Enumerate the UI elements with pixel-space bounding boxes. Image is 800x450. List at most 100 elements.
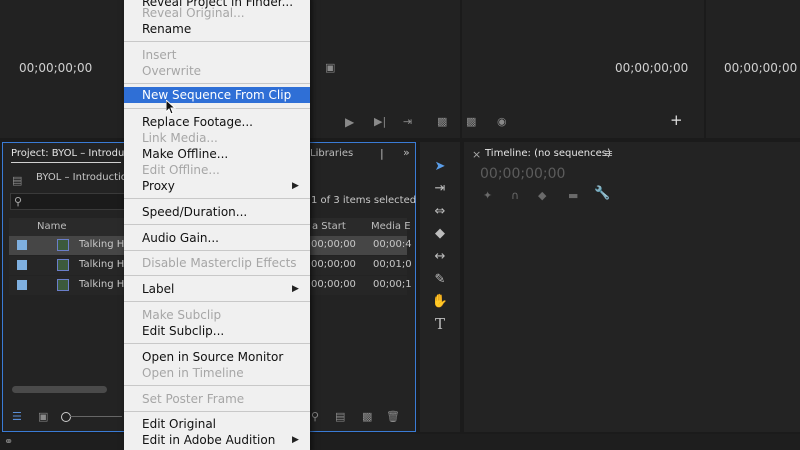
project-tab-underline (11, 162, 121, 163)
clip-name: Talking He (79, 259, 131, 270)
menu-item-edit-subclip[interactable]: Edit Subclip... (124, 323, 310, 339)
menu-item-speed-duration[interactable]: Speed/Duration... (124, 204, 310, 220)
menu-item-link-media[interactable]: Link Media... (124, 130, 310, 146)
add-button-icon[interactable]: + (670, 113, 683, 128)
menu-item-edit-in-adobe-audition[interactable]: Edit in Adobe Audition ▶ (124, 432, 310, 448)
menu-item-reveal-original[interactable]: Reveal Original... (124, 5, 310, 21)
menu-item-replace-footage[interactable]: Replace Footage... (124, 114, 310, 130)
menu-item-audio-gain[interactable]: Audio Gain... (124, 230, 310, 246)
menu-item-open-in-timeline[interactable]: Open in Timeline (124, 365, 310, 381)
submenu-arrow-icon: ▶ (292, 435, 299, 445)
insert-icon[interactable]: ▩ (437, 116, 447, 128)
clip-icon (57, 239, 69, 251)
menu-item-make-offline[interactable]: Make Offline... (124, 146, 310, 162)
new-bin-icon[interactable]: ▤ (335, 411, 345, 423)
source-timecode-right: 00;00;00;00 (615, 61, 689, 75)
type-tool-icon[interactable]: T (430, 315, 450, 333)
column-media-start[interactable]: a Start (312, 221, 346, 232)
menu-separator (124, 275, 310, 276)
menu-separator (124, 198, 310, 199)
menu-item-proxy[interactable]: Proxy ▶ (124, 178, 310, 194)
mark-in-icon[interactable]: ▣ (325, 62, 335, 74)
slip-tool-icon[interactable]: ↔ (430, 248, 450, 266)
menu-separator (124, 385, 310, 386)
menu-item-set-poster-frame[interactable]: Set Poster Frame (124, 391, 310, 407)
label-color-swatch (17, 280, 27, 290)
new-item-icon[interactable]: ▩ (362, 411, 372, 423)
clip-name: Talking He (79, 239, 131, 250)
zoom-slider-track[interactable] (70, 416, 122, 417)
source-timecode-left: 00;00;00;00 (19, 61, 93, 75)
menu-item-open-in-source-monitor[interactable]: Open in Source Monitor (124, 349, 310, 365)
menu-item-label[interactable]: Label ▶ (124, 281, 310, 297)
media-end: 00;01;0 (373, 259, 412, 270)
media-start: 00;00;00 (311, 259, 356, 270)
search-field[interactable] (10, 193, 126, 210)
linked-selection-icon[interactable]: ◆ (538, 190, 546, 202)
media-start: 00;00;00 (311, 239, 356, 250)
menu-separator (124, 41, 310, 42)
menu-item-make-subclip[interactable]: Make Subclip (124, 307, 310, 323)
mouse-cursor-icon (166, 100, 176, 115)
panel-menu-icon[interactable]: | (380, 148, 384, 160)
menu-separator (124, 301, 310, 302)
menu-separator (124, 83, 310, 84)
menu-item-edit-original[interactable]: Edit Original (124, 416, 310, 432)
zoom-slider-knob[interactable] (61, 412, 71, 422)
export-frame-icon[interactable]: ◉ (497, 116, 507, 128)
bin-name: BYOL – Introductio (36, 172, 127, 183)
menu-item-disable-masterclip-effects[interactable]: Disable Masterclip Effects (124, 255, 310, 271)
clip-name: Talking He (79, 279, 131, 290)
close-icon[interactable]: × (472, 149, 481, 161)
selection-status: 1 of 3 items selected (311, 195, 417, 206)
menu-item-edit-offline[interactable]: Edit Offline... (124, 162, 310, 178)
timeline-panel (464, 142, 800, 432)
add-marker-icon[interactable]: ▬ (568, 190, 578, 202)
menu-item-overwrite[interactable]: Overwrite (124, 63, 310, 79)
menu-separator (124, 411, 310, 412)
column-name[interactable]: Name (37, 221, 67, 232)
bin-folder-icon: ▤ (12, 174, 23, 187)
menu-item-rename[interactable]: Rename (124, 21, 310, 37)
search-icon: ⚲ (14, 195, 23, 208)
project-tab[interactable]: Project: BYOL – Introductio (11, 148, 143, 159)
media-end: 00;00:4 (373, 239, 412, 250)
selection-tool-icon[interactable]: ➤ (430, 158, 450, 176)
creative-cloud-icon[interactable]: ⚭ (4, 436, 13, 448)
step-forward-icon[interactable]: ▶| (374, 116, 386, 128)
track-select-tool-icon[interactable]: ⇥ (430, 180, 450, 198)
timeline-title[interactable]: Timeline: (no sequences) (485, 148, 611, 159)
submenu-arrow-icon: ▶ (292, 181, 299, 191)
status-bar (0, 434, 800, 450)
media-end: 00;00;1 (373, 279, 412, 290)
nest-icon[interactable]: ✦ (483, 190, 492, 202)
menu-separator (124, 224, 310, 225)
find-icon[interactable]: ⚲ (311, 411, 319, 423)
timeline-timecode: 00;00;00;00 (480, 166, 566, 182)
menu-item-new-sequence-from-clip[interactable]: New Sequence From Clip (124, 87, 310, 103)
snap-icon[interactable]: ∩ (511, 190, 519, 202)
ripple-edit-tool-icon[interactable]: ⇔ (430, 203, 450, 221)
label-color-swatch (17, 240, 27, 250)
program-timecode: 00;00;00;00 (724, 61, 798, 75)
chevron-right-icon[interactable]: » (403, 147, 410, 159)
wrench-icon[interactable]: 🔧 (594, 187, 610, 200)
go-to-out-icon[interactable]: ⇥ (403, 116, 412, 128)
horizontal-scrollbar[interactable] (12, 386, 107, 393)
play-icon[interactable]: ▶ (345, 116, 354, 128)
media-start: 00;00;00 (311, 279, 356, 290)
pen-tool-icon[interactable]: ✎ (430, 271, 450, 289)
icon-view-icon[interactable]: ▣ (38, 411, 48, 423)
trash-icon[interactable]: 🗑 (386, 411, 400, 423)
razor-tool-icon[interactable]: ◆ (430, 225, 450, 243)
timeline-menu-icon[interactable]: ≡ (604, 148, 613, 160)
hand-tool-icon[interactable]: ✋ (430, 293, 450, 311)
clip-icon (57, 279, 69, 291)
clip-icon (57, 259, 69, 271)
list-view-icon[interactable]: ☰ (12, 411, 22, 423)
overwrite-icon[interactable]: ▩ (466, 116, 476, 128)
context-menu: Reveal Project in Finder... Reveal Origi… (124, 0, 310, 450)
libraries-tab[interactable]: Libraries (310, 148, 353, 159)
menu-item-insert[interactable]: Insert (124, 47, 310, 63)
column-media-end[interactable]: Media E (371, 221, 411, 232)
